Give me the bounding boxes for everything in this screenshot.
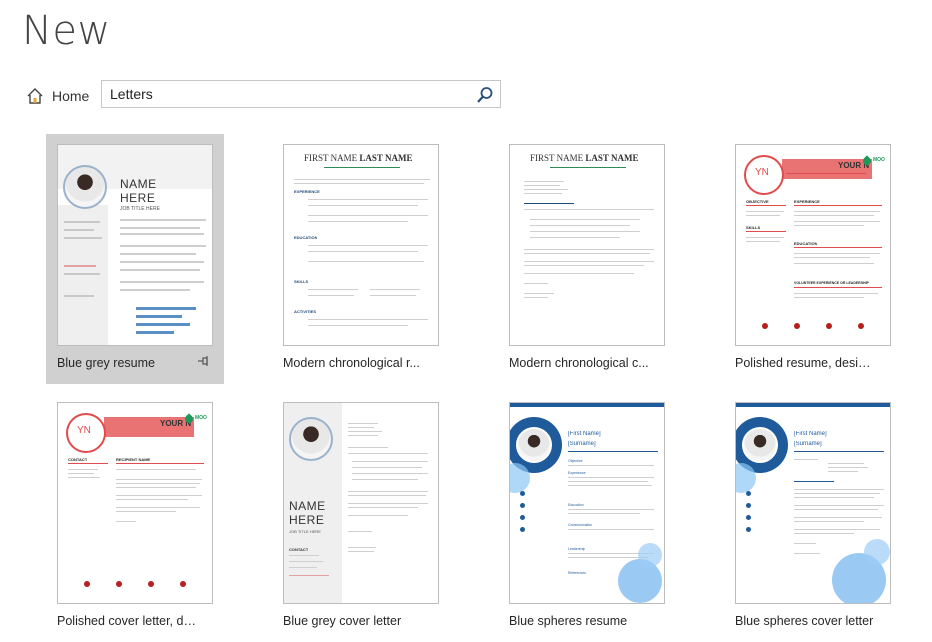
profile-photo [742, 427, 778, 463]
search-input[interactable] [102, 81, 462, 107]
thumb-section: Experience [568, 471, 586, 475]
template-thumbnail: [First Name] [Surname] [735, 402, 891, 604]
template-tile-polished-cover-letter[interactable]: YN YOUR N MOO CONTACT RECIPIENT NAME Pol… [46, 392, 224, 642]
template-thumbnail: YN YOUR N MOO OBJECTIVE EXPERIENCE SKILL… [735, 144, 891, 346]
template-label: Polished cover letter, de... [57, 614, 197, 628]
template-label: Blue grey resume [57, 356, 155, 370]
template-thumbnail: NAME HERE JOB TITLE HERE CONTACT [283, 402, 439, 604]
thumb-name-line1: NAME [289, 499, 326, 513]
profile-photo [516, 427, 552, 463]
template-tile-blue-grey-resume[interactable]: NAME HERE JOB TITLE HERE Blue grey resum… [46, 134, 224, 384]
thumb-section: SKILLS [294, 279, 309, 284]
template-thumbnail: YN YOUR N MOO CONTACT RECIPIENT NAME [57, 402, 213, 604]
thumb-surname: [Surname] [794, 441, 822, 447]
thumb-name-line2: HERE [289, 513, 325, 527]
thumb-first-name: FIRST NAME [304, 153, 358, 163]
thumb-first-name: FIRST NAME [530, 153, 584, 163]
home-link[interactable]: Home [26, 86, 89, 106]
thumb-moo: MOO [873, 157, 885, 163]
thumb-section: Education [568, 503, 584, 507]
page-title: New [22, 8, 111, 54]
template-tile-blue-spheres-cover-letter[interactable]: [First Name] [Surname] Blue spheres cove… [724, 392, 902, 642]
home-icon [27, 88, 43, 104]
thumb-job-title: JOB TITLE HERE [289, 529, 321, 534]
thumb-job-title: JOB TITLE HERE [120, 206, 160, 212]
template-label: Polished resume, desig... [735, 356, 875, 370]
template-label: Blue grey cover letter [283, 614, 402, 628]
thumb-initials: YN [755, 167, 769, 178]
profile-photo [289, 417, 333, 461]
thumb-last-name: LAST NAME [585, 153, 639, 163]
template-tile-modern-chronological-resume[interactable]: FIRST NAME LAST NAME EXPERIENCE EDUCATIO… [272, 134, 450, 384]
thumb-section: OBJECTIVE [746, 199, 769, 204]
template-tile-blue-spheres-resume[interactable]: [First Name] [Surname] Objective Experie… [498, 392, 676, 642]
thumb-section: Communication [568, 523, 593, 527]
template-tile-modern-chronological-cover-letter[interactable]: FIRST NAME LAST NAME Modern chronologica… [498, 134, 676, 384]
thumb-contact: CONTACT [289, 547, 309, 552]
thumb-recipient: RECIPIENT NAME [116, 457, 151, 462]
thumb-section: EXPERIENCE [794, 199, 820, 204]
search-box[interactable] [101, 80, 501, 108]
profile-photo [63, 165, 107, 209]
thumb-section: ACTIVITIES [294, 309, 317, 314]
thumb-first-name: [First Name] [568, 431, 601, 437]
thumb-section: SKILLS [746, 225, 761, 230]
template-thumbnail: FIRST NAME LAST NAME EXPERIENCE EDUCATIO… [283, 144, 439, 346]
pin-icon[interactable] [198, 355, 210, 367]
thumb-contact: CONTACT [68, 457, 88, 462]
thumb-last-name: LAST NAME [359, 153, 413, 163]
thumb-section: EDUCATION [794, 241, 818, 246]
thumb-name-line1: NAME [120, 177, 157, 191]
template-label: Modern chronological c... [509, 356, 649, 370]
thumb-section: Objective [568, 459, 583, 463]
thumb-first-name: [First Name] [794, 431, 827, 437]
thumb-section: VOLUNTEER EXPERIENCE OR LEADERSHIP [794, 281, 869, 285]
thumb-moo: MOO [195, 415, 207, 421]
thumb-section: References [568, 571, 586, 575]
thumb-initials: YN [77, 425, 91, 436]
home-label: Home [52, 88, 90, 104]
thumb-section: Leadership [568, 547, 586, 551]
template-thumbnail: FIRST NAME LAST NAME [509, 144, 665, 346]
thumb-section: EDUCATION [294, 235, 318, 240]
thumb-section: EXPERIENCE [294, 189, 320, 194]
thumb-surname: [Surname] [568, 441, 596, 447]
template-label: Blue spheres cover letter [735, 614, 874, 628]
template-tile-blue-grey-cover-letter[interactable]: NAME HERE JOB TITLE HERE CONTACT Blue gr… [272, 392, 450, 642]
template-label: Blue spheres resume [509, 614, 628, 628]
template-label: Modern chronological r... [283, 356, 420, 370]
template-thumbnail: [First Name] [Surname] Objective Experie… [509, 402, 665, 604]
template-thumbnail: NAME HERE JOB TITLE HERE [57, 144, 213, 346]
template-tile-polished-resume[interactable]: YN YOUR N MOO OBJECTIVE EXPERIENCE SKILL… [724, 134, 902, 384]
search-icon[interactable] [476, 86, 494, 104]
thumb-name-line2: HERE [120, 191, 156, 205]
